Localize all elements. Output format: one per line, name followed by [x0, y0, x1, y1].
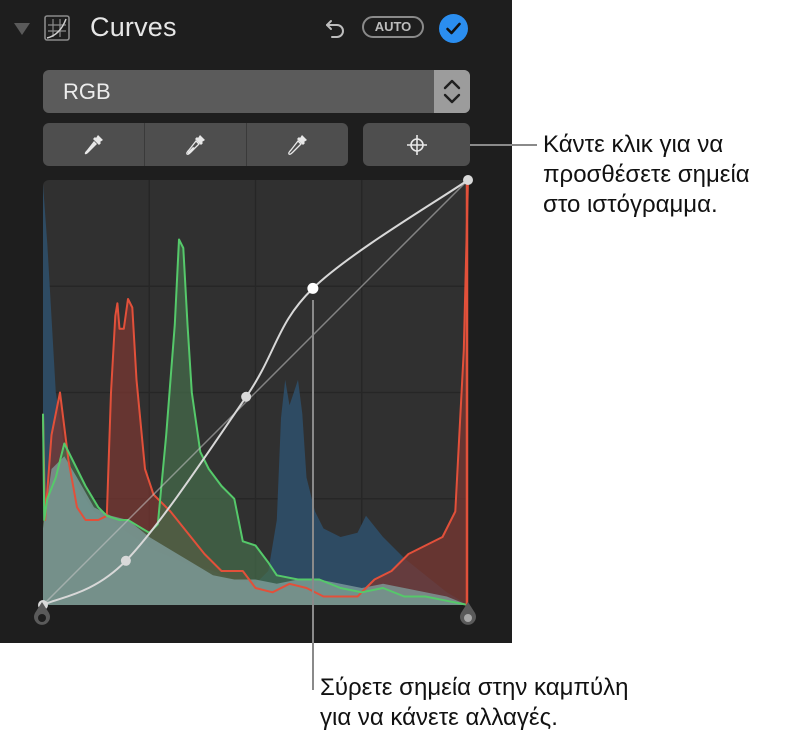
callout-leader-drag-point	[312, 300, 314, 690]
curves-icon	[44, 15, 70, 41]
curve-control-point[interactable]	[241, 391, 252, 402]
curves-histogram[interactable]	[38, 175, 473, 610]
auto-button[interactable]: AUTO	[362, 16, 424, 38]
curve-control-point[interactable]	[307, 282, 319, 294]
add-point-button[interactable]	[363, 123, 470, 166]
enable-toggle[interactable]	[439, 14, 468, 43]
gray-point-eyedropper[interactable]	[144, 123, 246, 166]
curve-control-point[interactable]	[463, 175, 473, 185]
histogram-chart[interactable]	[38, 175, 473, 610]
callout-leader-add-point	[470, 144, 537, 146]
white-point-handle[interactable]	[458, 601, 478, 627]
undo-icon[interactable]	[324, 15, 348, 41]
callout-drag-point: Σύρετε σημεία στην καμπύλη για να κάνετε…	[320, 674, 629, 731]
eyedropper-outline-icon	[287, 134, 307, 155]
panel-title: Curves	[90, 12, 177, 42]
curves-panel: Curves AUTO RGB	[0, 0, 512, 643]
eyedropper-half-icon	[185, 134, 205, 155]
channel-select[interactable]: RGB	[43, 70, 470, 113]
checkmark-icon	[446, 22, 461, 35]
callout-add-point: Κάντε κλικ για να προσθέσετε σημεία στο …	[543, 131, 750, 218]
eyedropper-group	[43, 123, 348, 166]
up-down-chevron-icon[interactable]	[434, 70, 470, 113]
eyedropper-filled-icon	[84, 134, 103, 154]
channel-select-value: RGB	[63, 79, 111, 104]
black-point-eyedropper[interactable]	[43, 123, 144, 166]
curve-control-point[interactable]	[120, 555, 131, 566]
crosshair-icon	[406, 134, 427, 155]
white-point-eyedropper[interactable]	[246, 123, 348, 166]
black-point-handle[interactable]	[32, 601, 52, 627]
disclosure-triangle-icon[interactable]	[14, 23, 30, 35]
